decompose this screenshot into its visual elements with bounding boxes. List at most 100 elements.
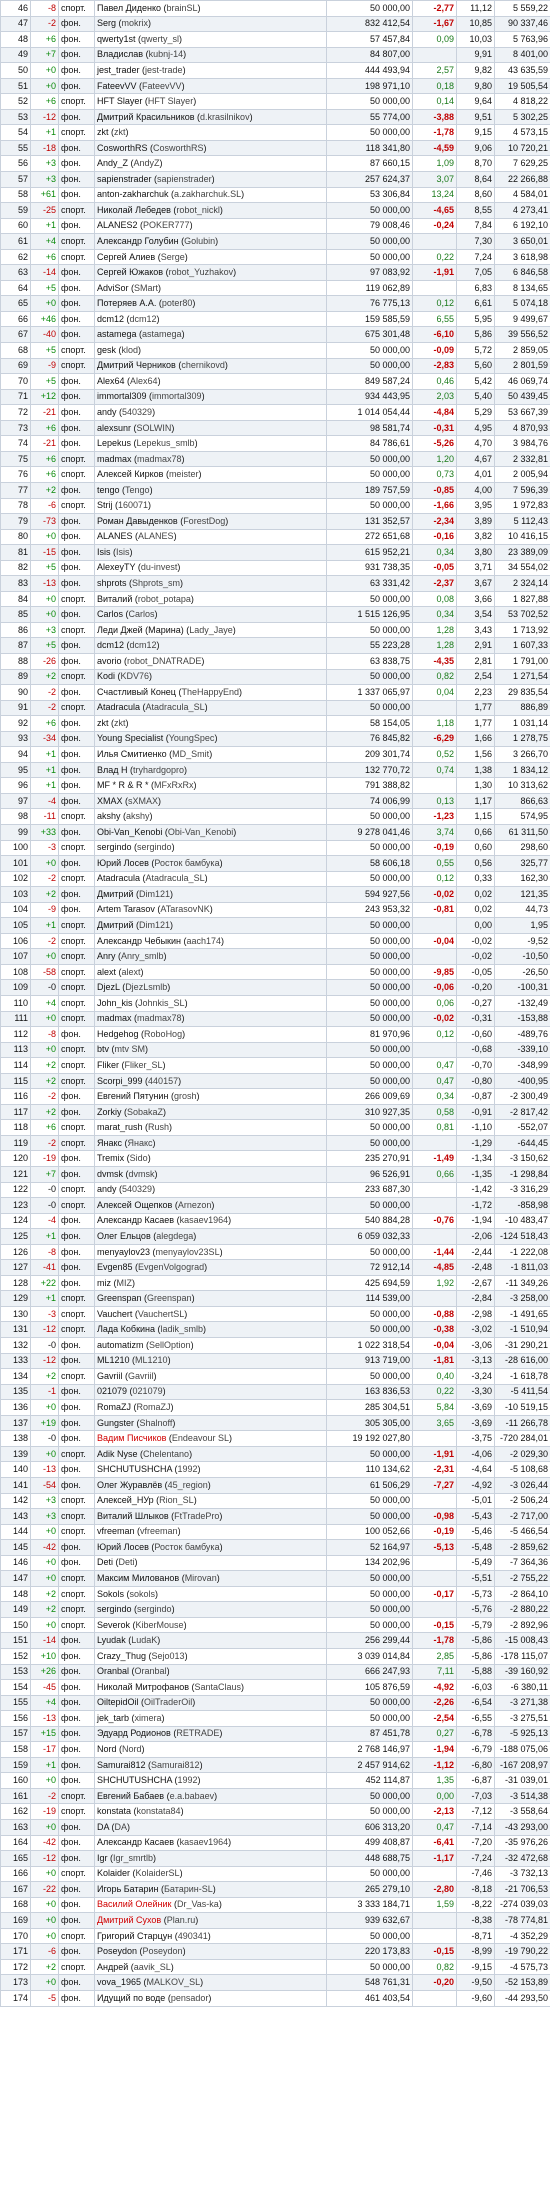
participant-cell[interactable]: Василий Олейник (Dr_Vas-ka) bbox=[94, 1896, 327, 1914]
participant-name-link[interactable]: Igr bbox=[97, 1853, 108, 1863]
participant-cell[interactable]: Severok (KiberMouse) bbox=[94, 1616, 327, 1634]
participant-cell[interactable]: OiltepidOil (OilTraderOil) bbox=[94, 1694, 327, 1712]
participant-name-link[interactable]: Kolaider bbox=[97, 1868, 130, 1878]
participant-cell[interactable]: madmax (madmax78) bbox=[94, 450, 327, 468]
participant-cell[interactable]: Андрей (aavik_SL) bbox=[94, 1958, 327, 1976]
participant-cell[interactable]: Виталий Шлыков (FtTradePro) bbox=[94, 1508, 327, 1525]
participant-name-link[interactable]: Lyudak bbox=[97, 1635, 126, 1645]
participant-cell[interactable]: Евгений Бабаев (e.a.babaev) bbox=[94, 1787, 327, 1805]
participant-name-link[interactable]: Deti bbox=[97, 1557, 113, 1567]
participant-cell[interactable]: MF * R & R * (MFxRxRx) bbox=[94, 777, 327, 794]
participant-name-link[interactable]: Lepekus bbox=[97, 438, 131, 448]
participant-name-link[interactable]: jek_tarb bbox=[97, 1713, 129, 1723]
participant-cell[interactable]: sergindo (sergindo) bbox=[94, 839, 327, 857]
participant-cell[interactable]: sergindo (sergindo) bbox=[94, 1601, 327, 1618]
participant-cell[interactable]: Evgen85 (EvgenVolgograd) bbox=[94, 1259, 327, 1276]
participant-name-link[interactable]: avorio bbox=[97, 656, 122, 666]
participant-name-link[interactable]: Kodi bbox=[97, 671, 115, 681]
participant-cell[interactable]: Gungster (Shalnoff) bbox=[94, 1414, 327, 1432]
participant-cell[interactable]: qwerty1st (qwerty_sl) bbox=[94, 31, 327, 48]
participant-cell[interactable]: alexsunr (SOLWIN) bbox=[94, 419, 327, 437]
participant-name-link[interactable]: Сергей Алиев bbox=[97, 252, 155, 262]
participant-name-link[interactable]: Эдуард Родионов bbox=[97, 1728, 171, 1738]
participant-name-link[interactable]: Дмитрий Черников bbox=[97, 360, 176, 370]
participant-name-link[interactable]: Потеряев А.А. bbox=[97, 298, 156, 308]
participant-name-link[interactable]: ALANES bbox=[97, 531, 133, 541]
participant-name-link[interactable]: Zorkiy bbox=[97, 1107, 122, 1117]
participant-name-link[interactable]: Алексей Кирков bbox=[97, 469, 163, 479]
participant-cell[interactable]: Tremix (Sido) bbox=[94, 1150, 327, 1168]
participant-cell[interactable]: Александр Голубин (Golubin) bbox=[94, 233, 327, 250]
participant-name-link[interactable]: HFT Slayer bbox=[97, 96, 142, 106]
participant-cell[interactable]: sapienstrader (sapienstrader) bbox=[94, 171, 327, 188]
participant-cell[interactable]: Kolaider (KolaiderSL) bbox=[94, 1865, 327, 1883]
participant-name-link[interactable]: btv bbox=[97, 1044, 109, 1054]
participant-cell[interactable]: dvmsk (dvmsk) bbox=[94, 1166, 327, 1183]
participant-cell[interactable]: Николай Митрофанов (SantaClaus) bbox=[94, 1679, 327, 1696]
participant-name-link[interactable]: MF * R & R * bbox=[97, 780, 149, 790]
participant-name-link[interactable]: Greenspan bbox=[97, 1293, 142, 1303]
participant-cell[interactable]: Дмитрий Черников (chernikovd) bbox=[94, 357, 327, 375]
participant-name-link[interactable]: Вадим Писчиков bbox=[97, 1433, 166, 1443]
participant-cell[interactable]: zkt (zkt) bbox=[94, 715, 327, 732]
participant-cell[interactable]: Роман Давыденков (ForestDog) bbox=[94, 513, 327, 530]
participant-cell[interactable]: Strij (160071) bbox=[94, 497, 327, 515]
participant-cell[interactable]: Zorkiy (SobakaZ) bbox=[94, 1103, 327, 1121]
participant-cell[interactable]: dcm12 (dcm12) bbox=[94, 310, 327, 328]
participant-cell[interactable]: Igr (Igr_smrtlb) bbox=[94, 1850, 327, 1867]
participant-name-link[interactable]: anton-zakharchuk bbox=[97, 189, 169, 199]
participant-cell[interactable]: Евгений Пятунин (grosh) bbox=[94, 1088, 327, 1105]
participant-name-link[interactable]: jest_trader bbox=[97, 65, 140, 75]
participant-name-link[interactable]: Evgen85 bbox=[97, 1262, 133, 1272]
participant-name-link[interactable]: dcm12 bbox=[97, 640, 124, 650]
participant-cell[interactable]: astamega (astamega) bbox=[94, 326, 327, 344]
participant-name-link[interactable]: AlexeyTY bbox=[97, 562, 135, 572]
participant-name-link[interactable]: automatizm bbox=[97, 1340, 144, 1350]
participant-name-link[interactable]: AdviSor bbox=[97, 283, 129, 293]
participant-name-link[interactable]: 021079 bbox=[97, 1386, 127, 1396]
participant-cell[interactable]: Николай Лебедев (robot_nickl) bbox=[94, 202, 327, 219]
participant-name-link[interactable]: Isis bbox=[97, 547, 111, 557]
participant-name-link[interactable]: Виталий bbox=[97, 594, 132, 604]
participant-name-link[interactable]: Crazy_Thug bbox=[97, 1651, 146, 1661]
participant-name-link[interactable]: Илья Смитиенко bbox=[97, 749, 167, 759]
participant-name-link[interactable]: Gungster bbox=[97, 1418, 134, 1428]
participant-cell[interactable]: Anry (Anry_smlb) bbox=[94, 948, 327, 965]
participant-cell[interactable]: ML1210 (ML1210) bbox=[94, 1352, 327, 1370]
participant-cell[interactable]: Максим Милованов (Mirovan) bbox=[94, 1570, 327, 1587]
participant-name-link[interactable]: John_kis bbox=[97, 998, 133, 1008]
participant-cell[interactable]: Alex64 (Alex64) bbox=[94, 373, 327, 390]
participant-cell[interactable]: Isis (Isis) bbox=[94, 544, 327, 561]
participant-cell[interactable]: HFT Slayer (HFT Slayer) bbox=[94, 93, 327, 110]
participant-cell[interactable]: John_kis (Johnkis_SL) bbox=[94, 995, 327, 1012]
participant-name-link[interactable]: Serg bbox=[97, 18, 116, 28]
participant-name-link[interactable]: Олег Журавлёв bbox=[97, 1480, 162, 1490]
participant-name-link[interactable]: Василий Олейник bbox=[97, 1899, 171, 1909]
participant-cell[interactable]: Виталий (robot_potapa) bbox=[94, 590, 327, 608]
participant-cell[interactable]: AdviSor (SMart) bbox=[94, 279, 327, 297]
participant-name-link[interactable]: Влад Н bbox=[97, 765, 128, 775]
participant-name-link[interactable]: Дмитрий bbox=[97, 889, 134, 899]
participant-name-link[interactable]: shprots bbox=[97, 578, 127, 588]
participant-name-link[interactable]: Юрий Лосев bbox=[97, 858, 149, 868]
participant-cell[interactable]: Obi-Van_Kenobi (Obi-Van_Kenobi) bbox=[94, 823, 327, 841]
participant-name-link[interactable]: Андрей bbox=[97, 1962, 128, 1972]
participant-name-link[interactable]: tengo bbox=[97, 485, 120, 495]
participant-name-link[interactable]: dvmsk bbox=[97, 1169, 123, 1179]
participant-cell[interactable]: Потеряев А.А. (poter80) bbox=[94, 295, 327, 312]
participant-name-link[interactable]: ML1210 bbox=[97, 1355, 130, 1365]
participant-cell[interactable]: 021079 (021079) bbox=[94, 1383, 327, 1401]
participant-name-link[interactable]: Дмитрий bbox=[97, 920, 134, 930]
participant-cell[interactable]: Счастливый Конец (TheHappyEnd) bbox=[94, 684, 327, 701]
participant-cell[interactable]: Дмитрий (Dim121) bbox=[94, 886, 327, 903]
participant-cell[interactable]: Дмитрий (Dim121) bbox=[94, 917, 327, 934]
participant-cell[interactable]: jek_tarb (ximera) bbox=[94, 1710, 327, 1727]
participant-name-link[interactable]: alexsunr bbox=[97, 423, 131, 433]
participant-cell[interactable]: Григорий Старцун (490341) bbox=[94, 1927, 327, 1945]
participant-name-link[interactable]: Young Specialist bbox=[97, 733, 163, 743]
participant-name-link[interactable]: Hedgehog bbox=[97, 1029, 139, 1039]
participant-name-link[interactable]: Scorpi_999 bbox=[97, 1076, 143, 1086]
participant-name-link[interactable]: Леди Джей (Марина) bbox=[97, 625, 184, 635]
participant-cell[interactable]: Леди Джей (Марина) (Lady_Jaye) bbox=[94, 621, 327, 639]
participant-name-link[interactable]: Александр Касаев bbox=[97, 1215, 174, 1225]
